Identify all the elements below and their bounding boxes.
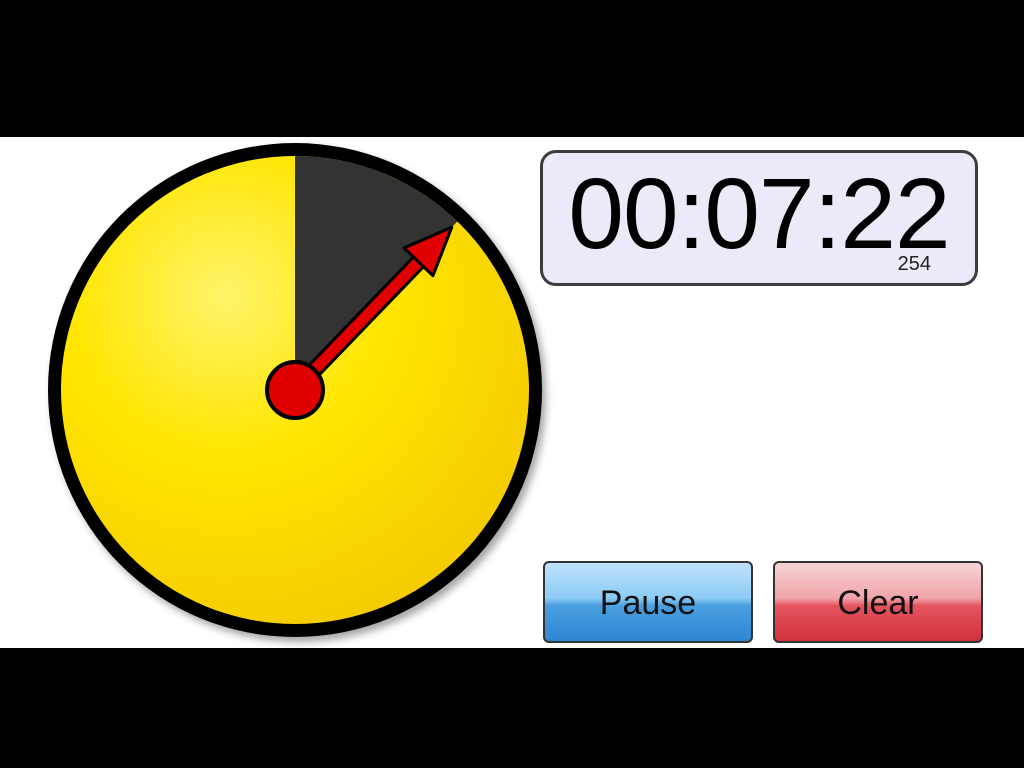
pause-button[interactable]: Pause [543, 561, 753, 643]
clear-button[interactable]: Clear [773, 561, 983, 643]
timer-dial [0, 137, 600, 648]
hand-hub [265, 360, 325, 420]
sub-counter: 254 [897, 253, 931, 275]
letterbox-bottom [0, 648, 1024, 768]
timer-dial-icon [48, 143, 542, 637]
letterbox-top [0, 0, 1024, 137]
timer-screen: 00:07:22 254 Pause Clear [0, 137, 1024, 648]
time-readout: 00:07:22 254 [540, 150, 978, 286]
